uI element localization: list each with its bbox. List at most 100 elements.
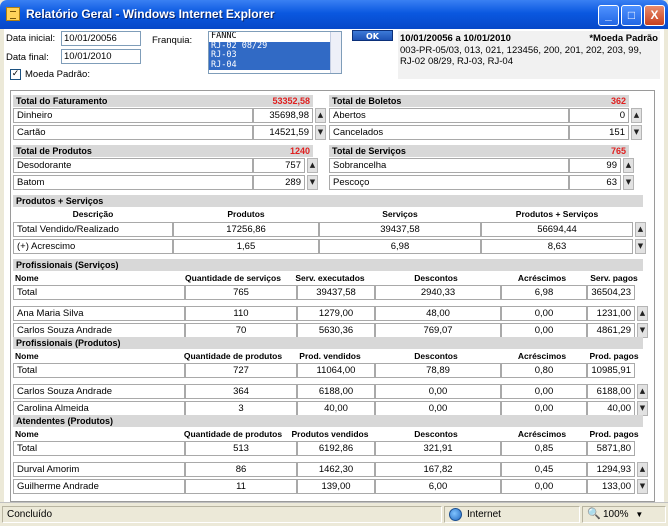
profprod-row-cell: 364 <box>185 384 297 399</box>
ps-row-desc: Total Vendido/Realizado <box>13 222 173 237</box>
chevron-down-icon[interactable]: ▼ <box>635 510 643 519</box>
ps-row-cell: 56694,44 <box>481 222 633 237</box>
profserv-row-cell: 0,00 <box>501 323 587 338</box>
atend-col-header: Acréscimos <box>517 429 567 439</box>
title-bar: Relatório Geral - Windows Internet Explo… <box>0 0 668 29</box>
atend-row-cell: 321,91 <box>375 441 501 456</box>
servicos-header: Total de Serviços 765 <box>329 145 629 157</box>
profprod-row-name: Carolina Almeida <box>13 401 185 416</box>
faturamento-row-label: Dinheiro <box>13 108 253 123</box>
ps-title: Produtos + Serviços <box>16 196 104 206</box>
scroll-down-icon[interactable]: ▼ <box>631 125 642 140</box>
franquia-option[interactable]: RJ-04 <box>209 60 341 70</box>
franquia-label: Franquia: <box>152 35 193 46</box>
close-button[interactable]: X <box>644 5 665 26</box>
profprod-row-cell: 0,00 <box>501 384 587 399</box>
profprod-row-name: Carlos Souza Andrade <box>13 384 185 399</box>
profserv-row-cell: 110 <box>185 306 297 321</box>
boletos-row-value: 0 <box>569 108 629 123</box>
atend-row-name: Guilherme Andrade <box>13 479 185 494</box>
scroll-up-icon[interactable]: ▲ <box>637 306 648 321</box>
atend-row-name: Total <box>13 441 185 456</box>
security-zone: Internet <box>444 506 580 523</box>
report-window-icon <box>6 7 20 21</box>
profserv-row-cell: 70 <box>185 323 297 338</box>
boletos-row-label: Abertos <box>329 108 569 123</box>
profserv-row-cell: 0,00 <box>501 306 587 321</box>
data-inicial-label: Data inicial: <box>6 33 56 44</box>
boletos-total: 362 <box>610 96 626 106</box>
moeda-checkbox[interactable]: ✓ <box>10 69 21 80</box>
zoom-control[interactable]: 🔍 100% ▼ <box>582 506 666 523</box>
produtos-row-label: Desodorante <box>13 158 253 173</box>
ps-row-cell: 6,98 <box>319 239 481 254</box>
profprod-row-cell: 10985,91 <box>587 363 635 378</box>
profserv-row-cell: 1231,00 <box>587 306 635 321</box>
profprod-row-cell: 3 <box>185 401 297 416</box>
profprod-row-cell: 6188,00 <box>587 384 635 399</box>
atend-col-header: Descontos <box>414 429 458 439</box>
scroll-down-icon[interactable]: ▼ <box>637 479 648 494</box>
scroll-down-icon[interactable]: ▼ <box>635 239 646 254</box>
servicos-row-label: Sobrancelha <box>329 158 569 173</box>
atend-row-cell: 139,00 <box>297 479 375 494</box>
profprod-col-header: Acréscimos <box>517 351 567 361</box>
profprod-row-cell: 0,00 <box>375 384 501 399</box>
profprod-row-cell: 0,00 <box>375 401 501 416</box>
franquia-listbox[interactable]: FANNC RJ-02 08/29 RJ-03 RJ-04 <box>208 31 342 74</box>
produtos-header: Total de Produtos 1240 <box>13 145 313 157</box>
zoom-level: 100% <box>603 509 629 520</box>
ps-row-cell: 1,65 <box>173 239 319 254</box>
profprod-row-cell: 40,00 <box>587 401 635 416</box>
profprod-col-header: Nome <box>15 351 39 361</box>
boletos-row-value: 151 <box>569 125 629 140</box>
scroll-down-icon[interactable]: ▼ <box>623 175 634 190</box>
profserv-row-name: Carlos Souza Andrade <box>13 323 185 338</box>
scroll-up-icon[interactable]: ▲ <box>307 158 318 173</box>
scroll-up-icon[interactable]: ▲ <box>637 384 648 399</box>
ok-button[interactable]: OK <box>352 30 393 41</box>
atend-row-cell: 513 <box>185 441 297 456</box>
profserv-row-cell: 36504,23 <box>587 285 635 300</box>
scroll-up-icon[interactable]: ▲ <box>315 108 326 123</box>
status-bar: Concluído Internet 🔍 100% ▼ <box>0 502 668 526</box>
atend-row-cell: 0,85 <box>501 441 587 456</box>
ps-row-cell: 8,63 <box>481 239 633 254</box>
faturamento-total: 53352,58 <box>272 96 310 106</box>
profprod-col-header: Prod. vendidos <box>299 351 361 361</box>
data-inicial-input[interactable]: 10/01/20056 <box>61 31 141 46</box>
scroll-up-icon[interactable]: ▲ <box>637 462 648 477</box>
scroll-up-icon[interactable]: ▲ <box>623 158 634 173</box>
ps-col-header: Descrição <box>72 209 114 219</box>
minimize-button[interactable]: _ <box>598 5 619 26</box>
profprod-title: Profissionais (Produtos) <box>16 338 121 348</box>
produtos-row-value: 289 <box>253 175 305 190</box>
ps-col-header: Serviços <box>382 209 418 219</box>
produtos-row-value: 757 <box>253 158 305 173</box>
profprod-row-cell: 727 <box>185 363 297 378</box>
faturamento-row-value: 14521,59 <box>253 125 313 140</box>
profserv-header: Profissionais (Serviços) <box>13 259 643 271</box>
zone-label: Internet <box>467 509 501 520</box>
atend-row-cell: 1462,30 <box>297 462 375 477</box>
faturamento-row-value: 35698,98 <box>253 108 313 123</box>
data-final-input[interactable]: 10/01/2010 <box>61 49 141 64</box>
scroll-down-icon[interactable]: ▼ <box>315 125 326 140</box>
maximize-button[interactable]: □ <box>621 5 642 26</box>
faturamento-row-label: Cartão <box>13 125 253 140</box>
scroll-down-icon[interactable]: ▼ <box>307 175 318 190</box>
scroll-up-icon[interactable]: ▲ <box>631 108 642 123</box>
ps-row-desc: (+) Acrescimo <box>13 239 173 254</box>
listbox-scrollbar[interactable] <box>330 32 341 73</box>
window-title: Relatório Geral - Windows Internet Explo… <box>26 7 275 21</box>
boletos-row-label: Cancelados <box>329 125 569 140</box>
profserv-row-name: Total <box>13 285 185 300</box>
scroll-down-icon[interactable]: ▼ <box>637 401 648 416</box>
servicos-row-label: Pescoço <box>329 175 569 190</box>
scroll-down-icon[interactable]: ▼ <box>637 323 648 338</box>
profprod-row-cell: 11064,00 <box>297 363 375 378</box>
boletos-title: Total de Boletos <box>332 96 402 106</box>
atend-col-header: Produtos vendidos <box>291 429 369 439</box>
scroll-up-icon[interactable]: ▲ <box>635 222 646 237</box>
atend-row-cell: 1294,93 <box>587 462 635 477</box>
